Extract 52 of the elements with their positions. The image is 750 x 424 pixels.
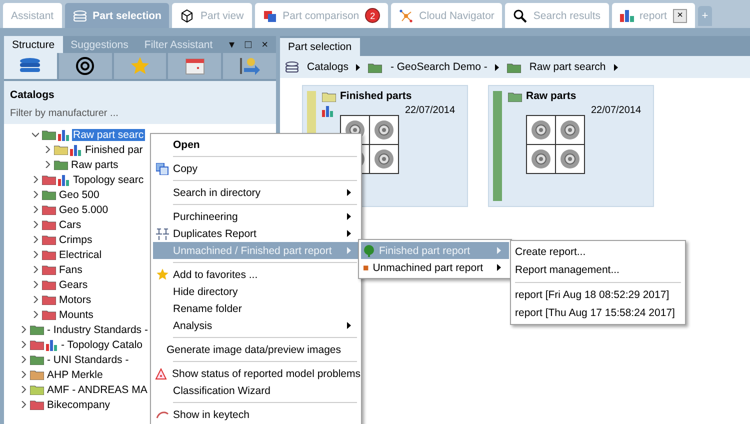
date: 22/07/2014 <box>591 105 642 118</box>
menu-item[interactable]: Analysis <box>153 317 359 334</box>
tree-item[interactable]: Raw parts <box>70 158 120 170</box>
menu-item[interactable]: Purchineering <box>153 208 359 225</box>
close-button[interactable]: × <box>672 8 687 22</box>
menu-item[interactable]: Duplicates Report <box>153 225 359 242</box>
panel-control[interactable]: × <box>262 38 268 50</box>
tree-item[interactable]: - Topology Catalo <box>60 338 144 350</box>
tree-item[interactable]: Mounts <box>58 308 94 320</box>
breadcrumb-item[interactable]: Catalogs <box>307 61 348 73</box>
tree-item[interactable]: - UNI Standards - <box>46 354 130 366</box>
menu-item[interactable]: Unmachined part report <box>361 259 509 276</box>
menu-item[interactable]: report [Thu Aug 17 15:58:24 2017] <box>513 304 683 322</box>
menu-item[interactable]: Classification Wizard <box>153 382 359 399</box>
tree-item[interactable]: AHP Merkle <box>46 368 104 380</box>
menu-item[interactable]: Hide directory <box>153 283 359 300</box>
menu-item[interactable]: Generate image data/preview images <box>153 341 359 358</box>
card-title: Finished parts <box>322 90 461 102</box>
menu-item[interactable]: report [Fri Aug 18 08:52:29 2017] <box>513 286 683 304</box>
date: 22/07/2014 <box>405 105 456 118</box>
tree-item[interactable]: Geo 5.000 <box>58 204 110 216</box>
tree-item[interactable]: Gears <box>58 278 89 290</box>
tree-item[interactable]: Geo 500 <box>58 188 100 200</box>
card-title: Raw parts <box>508 90 647 102</box>
menu-item[interactable]: Show status of reported model problems <box>153 365 359 382</box>
tree-item[interactable]: Crimps <box>58 234 94 246</box>
menu-item[interactable]: Add to favorites ... <box>153 266 359 283</box>
menu-item[interactable]: Rename folder <box>153 300 359 317</box>
tree-item[interactable]: Finished par <box>84 144 144 156</box>
breadcrumb-item[interactable]: Raw part search <box>529 61 606 73</box>
tree-item[interactable]: - Industry Standards - <box>46 324 149 336</box>
tree-item[interactable]: Fans <box>58 264 84 276</box>
tab[interactable]: report × <box>612 3 695 28</box>
tree-item[interactable]: Motors <box>58 294 92 306</box>
panel-control[interactable]: ▾ <box>228 38 235 51</box>
catalog-card[interactable]: Raw parts 22/07/2014 <box>488 85 654 207</box>
section-heading: Catalogs <box>9 88 56 103</box>
tab[interactable]: Structure <box>4 36 63 53</box>
tree-item[interactable]: Raw part searc <box>72 128 145 140</box>
tree-item[interactable]: Electrical <box>58 248 103 260</box>
menu-item[interactable]: Report management... <box>513 261 683 279</box>
tree-item[interactable]: AMF - ANDREAS MA <box>46 384 148 396</box>
tree-item[interactable]: Cars <box>58 218 82 230</box>
menu-item[interactable]: Show in keytech <box>153 406 359 423</box>
menu-item[interactable]: Create report... <box>513 243 683 261</box>
tab[interactable]: Part comparison 2 <box>254 3 388 28</box>
count-badge: 2 <box>365 8 380 23</box>
tree-item[interactable]: Topology searc <box>72 174 145 186</box>
panel-control[interactable]: □ <box>244 38 252 50</box>
tree-item[interactable]: Bikecompany <box>46 398 112 410</box>
tab[interactable]: Part selection <box>280 38 360 56</box>
breadcrumb-item[interactable]: - GeoSearch Demo - <box>390 61 488 73</box>
